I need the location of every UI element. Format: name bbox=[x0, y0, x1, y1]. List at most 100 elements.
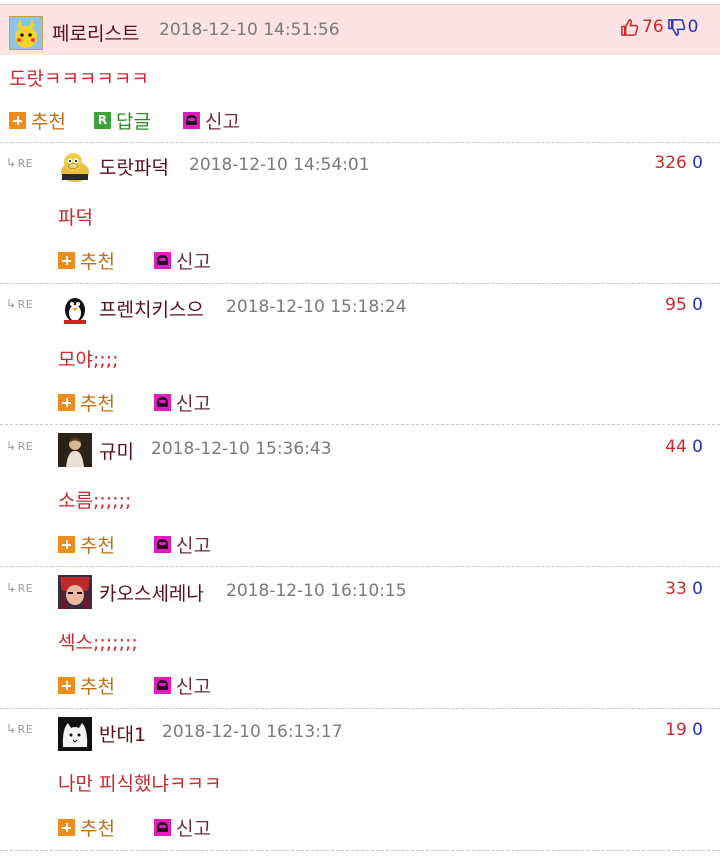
commenter-nickname[interactable]: 규미 bbox=[99, 437, 134, 464]
commenter-avatar[interactable] bbox=[58, 433, 92, 467]
report-label: 신고 bbox=[176, 818, 211, 840]
recommend-label: 추천 bbox=[80, 676, 115, 698]
reply-marker: RE bbox=[6, 722, 33, 736]
commenter-avatar[interactable] bbox=[58, 717, 92, 751]
recommend-button[interactable]: 추천 bbox=[58, 247, 115, 274]
thumbs-down-icon[interactable] bbox=[667, 18, 686, 37]
comment-down-count: 0 bbox=[692, 720, 703, 740]
siren-icon bbox=[154, 394, 171, 411]
comment-down-count: 0 bbox=[692, 153, 703, 173]
recommend-button[interactable]: 추천 bbox=[58, 389, 115, 416]
recommend-label: 추천 bbox=[31, 111, 66, 133]
divider bbox=[0, 283, 720, 284]
comment-body: 나만 피식했냐ㅋㅋㅋ bbox=[58, 773, 222, 795]
thumbs-up-icon[interactable] bbox=[620, 18, 639, 37]
reply-marker: RE bbox=[6, 156, 33, 170]
comment-votes: 44 0 bbox=[665, 437, 703, 457]
recommend-label: 추천 bbox=[80, 535, 115, 557]
report-label: 신고 bbox=[176, 251, 211, 273]
commenter-nickname[interactable]: 프렌치키스으 bbox=[99, 295, 204, 322]
psyduck-avatar-icon bbox=[58, 150, 92, 184]
comment-down-count: 0 bbox=[692, 579, 703, 599]
plus-icon bbox=[58, 252, 75, 269]
report-button[interactable]: 신고 bbox=[154, 247, 211, 274]
commenter-avatar[interactable] bbox=[58, 575, 92, 609]
divider bbox=[0, 142, 720, 143]
up-vote-count: 76 bbox=[642, 17, 664, 37]
pikachu-avatar-icon bbox=[10, 17, 42, 49]
plus-icon bbox=[9, 112, 26, 129]
recommend-label: 추천 bbox=[80, 818, 115, 840]
game-character-avatar-icon bbox=[58, 575, 92, 609]
comment-up-count: 95 bbox=[665, 295, 687, 315]
report-button[interactable]: 신고 bbox=[183, 107, 240, 134]
plus-icon bbox=[58, 677, 75, 694]
comment-up-count: 33 bbox=[665, 579, 687, 599]
commenter-nickname[interactable]: 카오스세레나 bbox=[99, 579, 204, 606]
person-avatar-icon bbox=[58, 433, 92, 467]
penguin-avatar-icon bbox=[58, 292, 92, 326]
report-label: 신고 bbox=[176, 393, 211, 415]
report-button[interactable]: 신고 bbox=[154, 389, 211, 416]
comment-down-count: 0 bbox=[692, 437, 703, 457]
siren-icon bbox=[154, 252, 171, 269]
report-button[interactable]: 신고 bbox=[154, 531, 211, 558]
divider bbox=[0, 850, 720, 851]
commenter-avatar[interactable] bbox=[58, 292, 92, 326]
reply-marker: RE bbox=[6, 439, 33, 453]
commenter-nickname[interactable]: 반대1 bbox=[99, 720, 146, 747]
divider bbox=[0, 424, 720, 425]
down-vote-count: 0 bbox=[687, 17, 699, 37]
recommend-label: 추천 bbox=[80, 393, 115, 415]
report-label: 신고 bbox=[205, 111, 240, 133]
recommend-label: 추천 bbox=[80, 251, 115, 273]
plus-icon bbox=[58, 394, 75, 411]
siren-icon bbox=[154, 536, 171, 553]
reply-label: 답글 bbox=[116, 111, 151, 133]
comment-up-count: 326 bbox=[654, 153, 687, 173]
comment-date: 2018-12-10 16:13:17 bbox=[162, 722, 343, 742]
report-label: 신고 bbox=[176, 676, 211, 698]
post-header: 페로리스트 2018-12-10 14:51:56 76 0 bbox=[0, 4, 720, 55]
plus-icon bbox=[58, 819, 75, 836]
comment-body: 파덕 bbox=[58, 207, 93, 229]
recommend-button[interactable]: 추천 bbox=[9, 107, 66, 134]
comment-body: 섹스;;;;;;; bbox=[58, 632, 138, 654]
comment-votes: 19 0 bbox=[665, 720, 703, 740]
report-label: 신고 bbox=[176, 535, 211, 557]
post-body: 도랏ㅋㅋㅋㅋㅋㅋ bbox=[9, 68, 149, 90]
post-date: 2018-12-10 14:51:56 bbox=[159, 20, 340, 40]
recommend-button[interactable]: 추천 bbox=[58, 672, 115, 699]
comment-date: 2018-12-10 14:54:01 bbox=[189, 155, 370, 175]
report-button[interactable]: 신고 bbox=[154, 814, 211, 841]
comment-up-count: 19 bbox=[665, 720, 687, 740]
siren-icon bbox=[154, 677, 171, 694]
divider bbox=[0, 566, 720, 567]
vote-box: 76 0 bbox=[620, 17, 698, 37]
comment-date: 2018-12-10 15:18:24 bbox=[226, 297, 407, 317]
comment-body: 모야;;;; bbox=[58, 349, 119, 371]
comment-votes: 33 0 bbox=[665, 579, 703, 599]
report-button[interactable]: 신고 bbox=[154, 672, 211, 699]
comment-date: 2018-12-10 15:36:43 bbox=[151, 439, 332, 459]
commenter-nickname[interactable]: 도랏파덕 bbox=[99, 153, 169, 180]
comment-body: 소름;;;;;; bbox=[58, 490, 132, 512]
reply-button[interactable]: R 답글 bbox=[94, 107, 151, 134]
divider bbox=[0, 708, 720, 709]
siren-icon bbox=[183, 112, 200, 129]
author-nickname[interactable]: 페로리스트 bbox=[52, 19, 139, 46]
reply-marker: RE bbox=[6, 581, 33, 595]
cat-avatar-icon bbox=[58, 717, 92, 751]
recommend-button[interactable]: 추천 bbox=[58, 814, 115, 841]
recommend-button[interactable]: 추천 bbox=[58, 531, 115, 558]
reply-marker: RE bbox=[6, 297, 33, 311]
comment-down-count: 0 bbox=[692, 295, 703, 315]
comment-votes: 95 0 bbox=[665, 295, 703, 315]
siren-icon bbox=[154, 819, 171, 836]
commenter-avatar[interactable] bbox=[58, 150, 92, 184]
comment-up-count: 44 bbox=[665, 437, 687, 457]
author-avatar[interactable] bbox=[9, 16, 43, 50]
comment-date: 2018-12-10 16:10:15 bbox=[226, 581, 407, 601]
plus-icon bbox=[58, 536, 75, 553]
reply-icon: R bbox=[94, 112, 111, 129]
